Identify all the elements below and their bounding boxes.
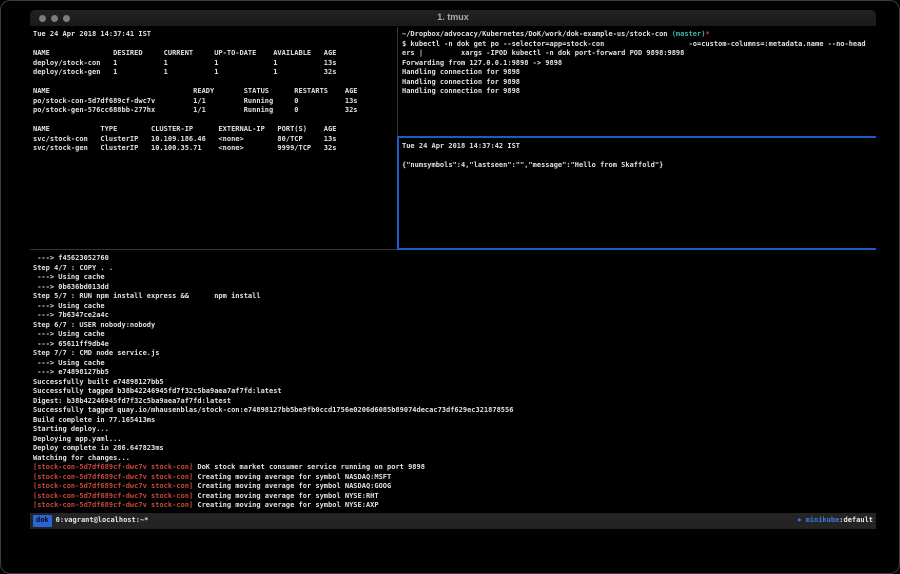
pod-log-message: Creating moving average for symbol NYSE:… [193,501,378,509]
active-pane-border-top[interactable] [399,136,876,138]
pod-log-message: Creating moving average for symbol NASDA… [193,482,391,490]
pane-curl-response[interactable]: Tue 24 Apr 2018 14:37:42 IST {"numsymbol… [399,138,876,250]
pod-log-prefix: [stock-con-5d7df689cf-dwc7v stock-con] [33,473,193,481]
kube-context-status: ⎈ minikube:default [797,516,873,526]
pane-port-forward[interactable]: ~/Dropbox/advocacy/Kubernetes/DoK/work/d… [399,27,876,136]
pane-skaffold-build[interactable]: ---> f45623052760 Step 4/7 : COPY . . --… [30,250,876,513]
git-branch-label: (master) [672,30,706,38]
pane-divider-vertical[interactable] [397,27,398,137]
port-forward-output: $ kubectl -n dok get po --selector=app=s… [402,40,876,97]
pod-log-line: [stock-con-5d7df689cf-dwc7v stock-con] C… [33,473,876,483]
pod-log-prefix: [stock-con-5d7df689cf-dwc7v stock-con] [33,501,193,509]
kubectl-watch-output: Tue 24 Apr 2018 14:37:41 IST NAME DESIRE… [33,30,397,154]
tmux-status-bar: dok 0:vagrant@localhost:~* ⎈ minikube:de… [30,513,876,529]
git-dirty-flag: * [705,30,709,38]
kube-context-name: minikube [806,516,840,524]
window-title: 1. tmux [30,12,876,22]
screen-background: 1. tmux Tue 24 Apr 2018 14:37:41 IST NAM… [0,0,900,574]
pod-log-prefix: [stock-con-5d7df689cf-dwc7v stock-con] [33,463,193,471]
tmux-terminal: Tue 24 Apr 2018 14:37:41 IST NAME DESIRE… [30,27,876,530]
pod-log-line: [stock-con-5d7df689cf-dwc7v stock-con] C… [33,482,876,492]
curl-response-output: Tue 24 Apr 2018 14:37:42 IST {"numsymbol… [402,142,876,171]
docker-build-output: ---> f45623052760 Step 4/7 : COPY . . --… [33,254,876,463]
prompt-path: ~/Dropbox/advocacy/Kubernetes/DoK/work/d… [402,30,672,38]
tmux-session-name[interactable]: dok [33,515,52,527]
pod-log-message: DoK stock market consumer service runnin… [193,463,425,471]
pod-log-line: [stock-con-5d7df689cf-dwc7v stock-con] C… [33,492,876,502]
pod-log-prefix: [stock-con-5d7df689cf-dwc7v stock-con] [33,492,193,500]
pane-divider-horizontal[interactable] [30,249,397,250]
shell-prompt-line: ~/Dropbox/advocacy/Kubernetes/DoK/work/d… [402,30,876,40]
pod-log-prefix: [stock-con-5d7df689cf-dwc7v stock-con] [33,482,193,490]
helm-wheel-icon: ⎈ [797,516,805,524]
kube-namespace: :default [839,516,873,524]
pod-log-message: Creating moving average for symbol NYSE:… [193,492,378,500]
pod-log-line: [stock-con-5d7df689cf-dwc7v stock-con] D… [33,463,876,473]
active-pane-border-bottom[interactable] [399,248,876,250]
pod-log-message: Creating moving average for symbol NASDA… [193,473,391,481]
pane-kubectl-watch[interactable]: Tue 24 Apr 2018 14:37:41 IST NAME DESIRE… [30,27,397,248]
tmux-window-label[interactable]: 0:vagrant@localhost:~* [56,516,149,526]
window-titlebar: 1. tmux [30,10,876,27]
pod-log-line: [stock-con-5d7df689cf-dwc7v stock-con] C… [33,501,876,511]
active-pane-border-left[interactable] [397,136,399,250]
terminal-window: 1. tmux Tue 24 Apr 2018 14:37:41 IST NAM… [30,10,876,530]
